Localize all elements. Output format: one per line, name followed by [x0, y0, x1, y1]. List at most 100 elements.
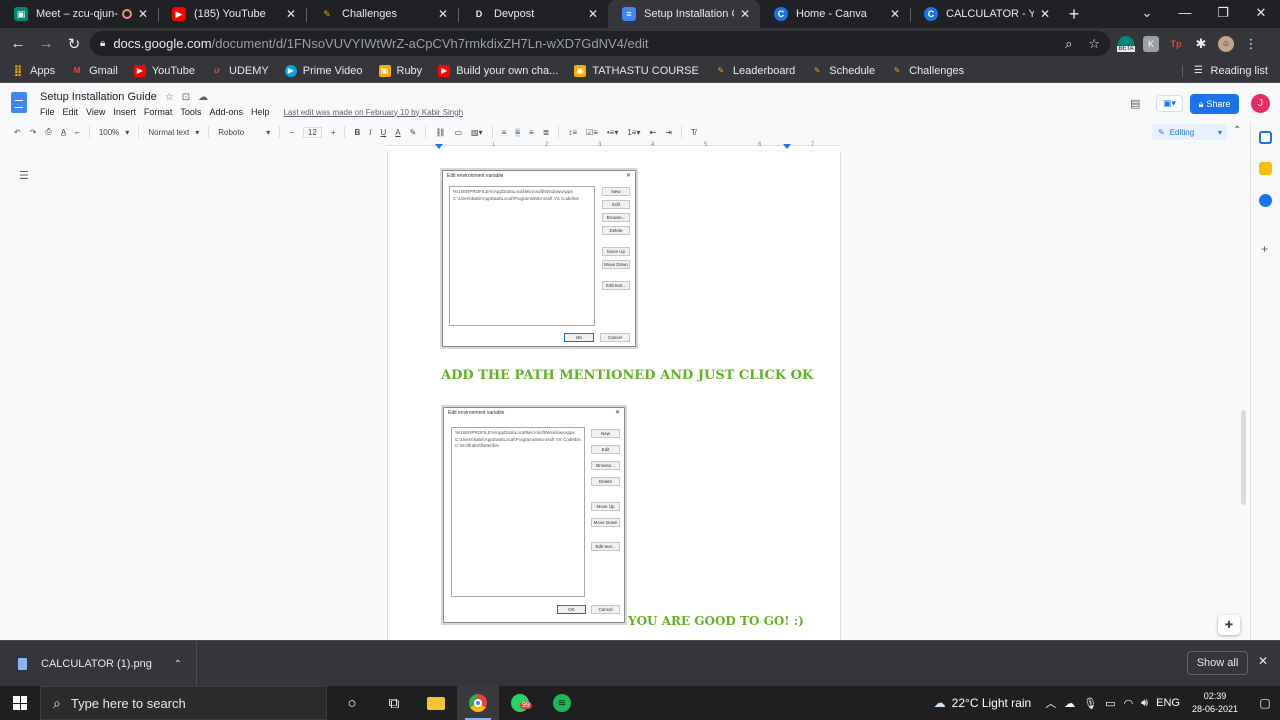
- bookmark-star-icon[interactable]: ☆: [1088, 36, 1100, 52]
- env-variable-screenshot-1[interactable]: Edit environment variable ✕ %USERPROFILE…: [442, 170, 636, 347]
- collapse-menus-icon[interactable]: ⌃: [1233, 125, 1241, 136]
- add-comment-icon[interactable]: ▭: [454, 128, 462, 137]
- bookmark-tathastu[interactable]: ▣ TATHASTU COURSE: [574, 64, 699, 77]
- tab-setup-installation-guide[interactable]: ≡ Setup Installation Gui ✕: [608, 0, 760, 28]
- address-bar[interactable]: 🔒︎ docs.google.com /document/d/1FNsoVUVY…: [90, 31, 1110, 56]
- onedrive-icon[interactable]: ☁: [1064, 697, 1075, 710]
- vertical-scrollbar[interactable]: [1241, 410, 1246, 505]
- document-page[interactable]: Edit environment variable ✕ %USERPROFILE…: [387, 152, 841, 640]
- show-hidden-icons-icon[interactable]: ︿: [1045, 695, 1056, 711]
- menu-edit[interactable]: Edit: [63, 107, 79, 117]
- tab-youtube[interactable]: ▶ (185) YouTube ✕: [158, 0, 306, 28]
- add-on-plus-icon[interactable]: +: [1261, 242, 1268, 256]
- last-edit-link[interactable]: Last edit was made on February 10 by Kab…: [283, 108, 463, 117]
- redo-icon[interactable]: ↷: [30, 128, 37, 137]
- increase-font-size-icon[interactable]: +: [331, 128, 336, 137]
- menu-file[interactable]: File: [40, 107, 55, 117]
- tab-calculator-youtube[interactable]: C CALCULATOR - YouTu ✕: [910, 0, 1060, 28]
- maximize-icon[interactable]: ❐: [1204, 0, 1242, 28]
- tab-canva[interactable]: C Home - Canva ✕: [760, 0, 910, 28]
- left-indent-marker[interactable]: [435, 144, 443, 149]
- lock-icon[interactable]: 🔒︎: [100, 38, 105, 49]
- task-view-icon[interactable]: ⧉: [373, 686, 415, 720]
- close-tab-icon[interactable]: ✕: [740, 7, 750, 21]
- menu-help[interactable]: Help: [251, 107, 270, 117]
- zoom-icon[interactable]: ⌕: [1065, 36, 1072, 52]
- notifications-icon[interactable]: ▢: [1250, 696, 1280, 710]
- print-icon[interactable]: ⎙: [45, 127, 51, 137]
- bookmark-ruby[interactable]: ▣ Ruby: [378, 64, 422, 77]
- tab-search-icon[interactable]: ⌄: [1128, 0, 1166, 28]
- highlight-icon[interactable]: ✎: [410, 128, 417, 137]
- close-icon[interactable]: ✕: [1258, 654, 1268, 668]
- line-spacing-icon[interactable]: ↕≡: [568, 128, 577, 137]
- align-center-icon[interactable]: ≡: [515, 127, 520, 137]
- keep-icon[interactable]: [1259, 162, 1272, 175]
- browser-menu-icon[interactable]: ⋮: [1243, 36, 1259, 52]
- close-tab-icon[interactable]: ✕: [1040, 7, 1050, 21]
- clear-formatting-icon[interactable]: T̸: [691, 128, 696, 137]
- font-select[interactable]: Roboto ▾: [218, 128, 270, 137]
- close-tab-icon[interactable]: ✕: [588, 7, 598, 21]
- tab-meet[interactable]: ▣ Meet – zcu-qjun- ✕: [0, 0, 158, 28]
- insert-image-icon[interactable]: ▨▾: [471, 128, 483, 137]
- close-tab-icon[interactable]: ✕: [438, 7, 448, 21]
- extension-tp-icon[interactable]: Tp: [1168, 36, 1184, 52]
- profile-avatar[interactable]: ☺: [1218, 35, 1234, 52]
- right-indent-marker[interactable]: [783, 144, 791, 149]
- align-right-icon[interactable]: ≡: [529, 128, 534, 137]
- font-size-input[interactable]: 12: [302, 126, 322, 138]
- back-icon[interactable]: ←: [4, 35, 32, 52]
- close-tab-icon[interactable]: ✕: [286, 7, 296, 21]
- checklist-icon[interactable]: ☑≡: [586, 128, 598, 137]
- menu-add-ons[interactable]: Add-ons: [209, 107, 243, 117]
- bold-icon[interactable]: B: [354, 128, 360, 137]
- puzzle-icon[interactable]: ✱: [1193, 36, 1209, 52]
- extension-beta-icon[interactable]: BETA: [1117, 35, 1135, 52]
- env-variable-screenshot-2[interactable]: Edit environment variable ✕ %USERPROFILE…: [443, 407, 625, 623]
- show-all-button[interactable]: Show all: [1187, 651, 1248, 675]
- undo-icon[interactable]: ↶: [14, 128, 21, 137]
- underline-icon[interactable]: U: [381, 128, 387, 137]
- bookmark-challenges[interactable]: ✎ Challenges: [891, 65, 964, 77]
- tab-challenges[interactable]: ✎ Challenges ✕: [306, 0, 458, 28]
- present-button[interactable]: ▣▾: [1156, 95, 1183, 112]
- close-tab-icon[interactable]: ✕: [138, 7, 148, 21]
- tasks-icon[interactable]: [1259, 194, 1272, 207]
- menu-tools[interactable]: Tools: [180, 107, 201, 117]
- extension-gray-icon[interactable]: K: [1143, 35, 1159, 52]
- ruler-track[interactable]: [386, 145, 840, 150]
- taskbar-search[interactable]: ⌕ Type here to search: [40, 686, 327, 720]
- whatsapp-icon[interactable]: 99: [499, 686, 541, 720]
- new-tab-button[interactable]: +: [1060, 0, 1088, 28]
- minimize-icon[interactable]: —: [1166, 0, 1204, 28]
- reload-icon[interactable]: ↻: [60, 35, 88, 53]
- close-tab-icon[interactable]: ✕: [890, 7, 900, 21]
- bookmark-apps[interactable]: ⣿ Apps: [12, 65, 55, 78]
- battery-icon[interactable]: ▭: [1105, 697, 1115, 710]
- bulleted-list-icon[interactable]: •≡▾: [607, 128, 618, 137]
- menu-format[interactable]: Format: [144, 107, 173, 117]
- decrease-font-size-icon[interactable]: −: [289, 128, 294, 137]
- bookmark-youtube[interactable]: ▶ YouTube: [133, 64, 195, 77]
- italic-icon[interactable]: I: [369, 128, 371, 137]
- move-folder-icon[interactable]: ⊡: [182, 92, 190, 103]
- doc-title[interactable]: Setup Installation Guide: [40, 91, 157, 103]
- cortana-icon[interactable]: ○: [331, 686, 373, 720]
- spellcheck-icon[interactable]: A̲: [61, 128, 66, 137]
- text-color-icon[interactable]: A: [395, 128, 400, 137]
- microphone-icon[interactable]: 🎙︎: [1083, 697, 1097, 710]
- justify-icon[interactable]: ≣: [543, 128, 550, 137]
- share-button[interactable]: 🔒︎ Share: [1190, 94, 1239, 114]
- calendar-icon[interactable]: [1259, 131, 1272, 144]
- editing-mode-select[interactable]: ✎ Editing ▾: [1152, 124, 1227, 140]
- bookmark-build-your-own[interactable]: ▶ Build your own cha...: [438, 64, 558, 77]
- bookmark-prime-video[interactable]: ▶ Prime Video: [284, 64, 363, 77]
- star-icon[interactable]: ☆: [165, 92, 174, 103]
- reading-list[interactable]: ☰ Reading list: [1181, 64, 1268, 77]
- forward-icon[interactable]: →: [32, 35, 60, 52]
- cloud-status-icon[interactable]: ☁: [198, 92, 208, 103]
- close-window-icon[interactable]: ✕: [1242, 0, 1280, 28]
- link-icon[interactable]: ⛓: [435, 128, 445, 137]
- account-avatar[interactable]: J: [1251, 94, 1270, 113]
